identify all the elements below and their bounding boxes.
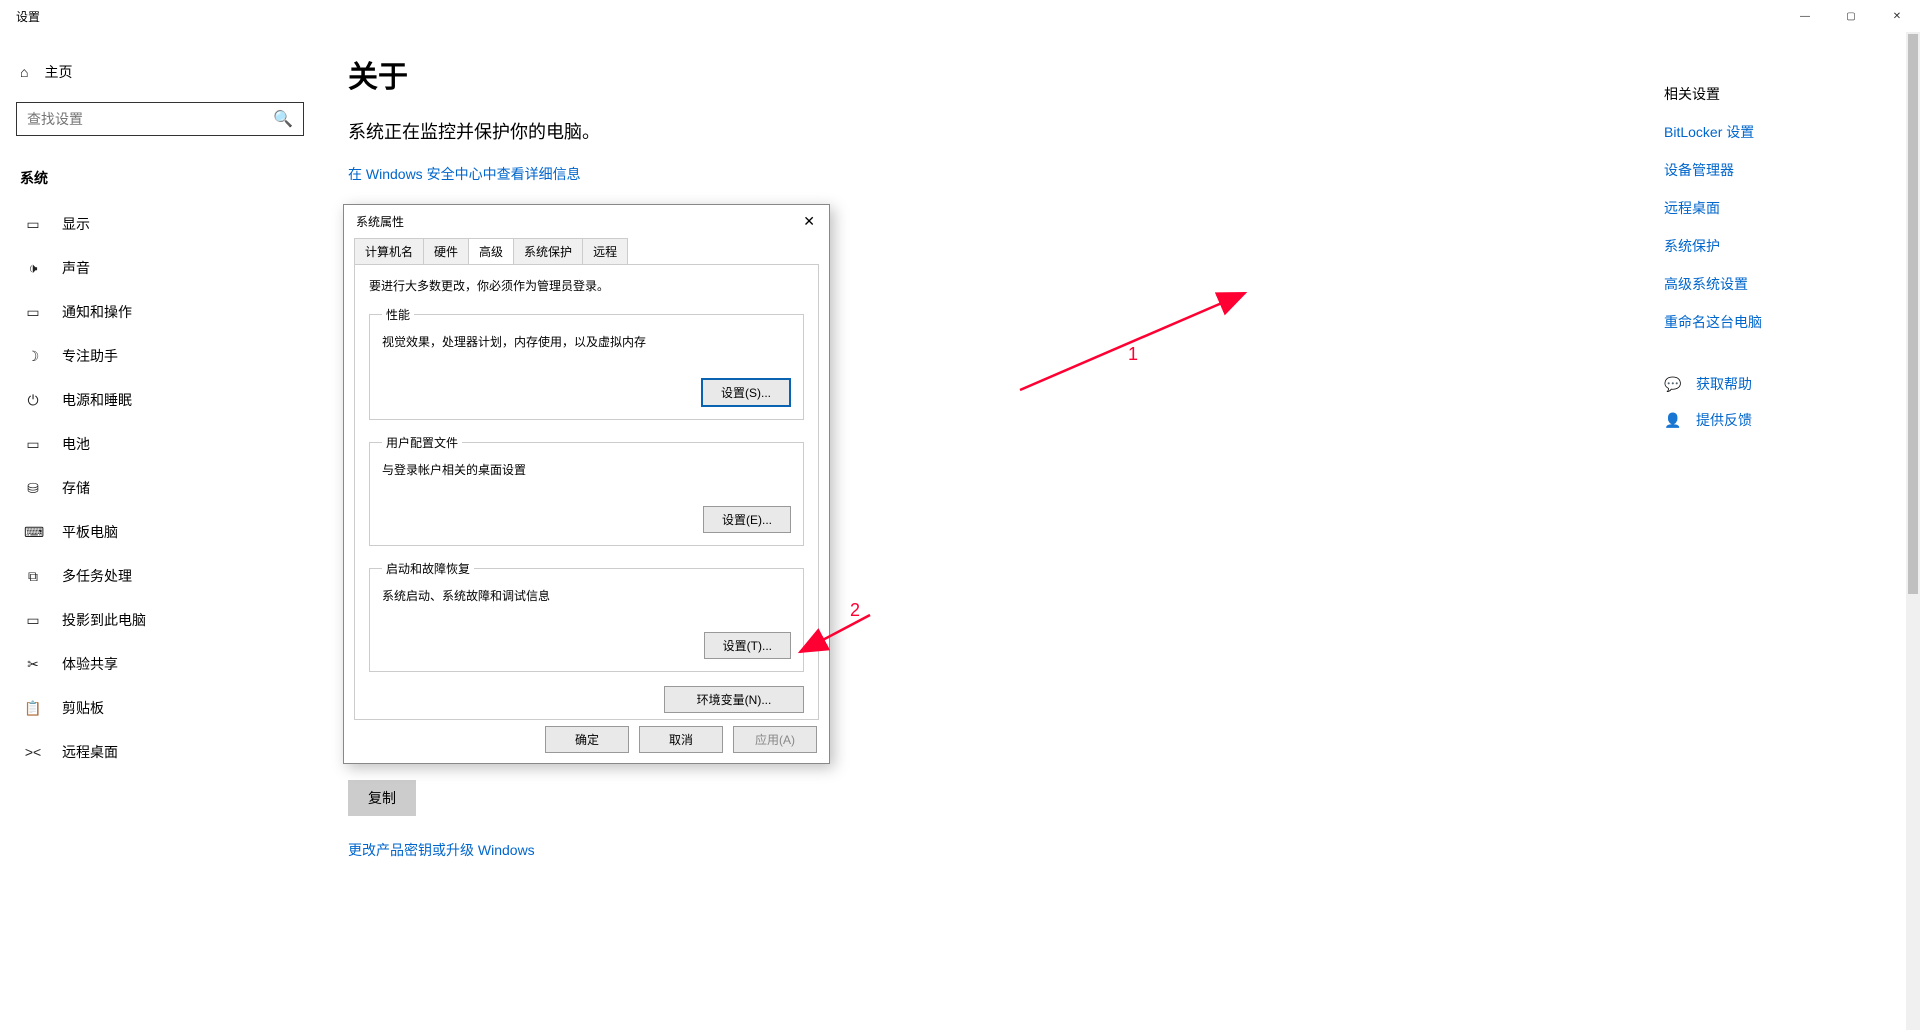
sidebar-item-clipboard[interactable]: 📋 剪贴板	[16, 686, 304, 730]
sidebar-item-focus[interactable]: ☽ 专注助手	[16, 334, 304, 378]
link-system-protection[interactable]: 系统保护	[1664, 236, 1884, 256]
group-user-profile: 用户配置文件 与登录帐户相关的桌面设置 设置(E)...	[369, 434, 804, 546]
environment-variables-button[interactable]: 环境变量(N)...	[664, 686, 804, 713]
project-icon: ▭	[24, 612, 42, 629]
sidebar-item-label: 多任务处理	[62, 566, 132, 586]
share-icon: ✂	[24, 656, 42, 673]
sidebar-item-label: 声音	[62, 258, 90, 278]
group-startup: 启动和故障恢复 系统启动、系统故障和调试信息 设置(T)...	[369, 560, 804, 672]
related-settings-panel: 相关设置 BitLocker 设置 设备管理器 远程桌面 系统保护 高级系统设置…	[1664, 84, 1884, 446]
group-user-profile-legend: 用户配置文件	[382, 434, 462, 451]
help-icon: 💬	[1664, 376, 1682, 393]
group-performance: 性能 视觉效果，处理器计划，内存使用，以及虚拟内存 设置(S)...	[369, 306, 804, 420]
tab-hardware[interactable]: 硬件	[423, 238, 469, 264]
tab-body-advanced: 要进行大多数更改，你必须作为管理员登录。 性能 视觉效果，处理器计划，内存使用，…	[354, 264, 819, 720]
sidebar-item-sound[interactable]: 🕩 声音	[16, 246, 304, 290]
group-user-profile-desc: 与登录帐户相关的桌面设置	[382, 461, 791, 478]
dialog-title-text: 系统属性	[356, 213, 404, 230]
action-get-help[interactable]: 💬 获取帮助	[1664, 374, 1884, 394]
protection-status-text: 系统正在监控并保护你的电脑。	[348, 118, 1892, 144]
action-label: 提供反馈	[1696, 410, 1752, 430]
sidebar-item-label: 剪贴板	[62, 698, 104, 718]
link-advanced-system[interactable]: 高级系统设置	[1664, 274, 1884, 294]
sidebar-item-shared[interactable]: ✂ 体验共享	[16, 642, 304, 686]
sidebar: ⌂ 主页 🔍 系统 ▭ 显示 🕩 声音 ▭ 通知和操作 ☽ 专注助手 ⏻ 电源和睡眠 ▭ 电…	[0, 32, 320, 1030]
display-icon: ▭	[24, 216, 42, 233]
search-box[interactable]: 🔍	[16, 102, 304, 136]
system-properties-dialog: 系统属性 ✕ 计算机名 硬件 高级 系统保护 远程 要进行大多数更改，你必须作为…	[343, 204, 830, 764]
search-input[interactable]	[27, 111, 273, 127]
sidebar-item-notifications[interactable]: ▭ 通知和操作	[16, 290, 304, 334]
scrollbar-thumb[interactable]	[1908, 34, 1918, 594]
copy-button[interactable]: 复制	[348, 780, 416, 816]
tab-system-protection[interactable]: 系统保护	[513, 238, 583, 264]
tab-remote[interactable]: 远程	[582, 238, 628, 264]
upgrade-link[interactable]: 更改产品密钥或升级 Windows	[348, 840, 535, 860]
performance-settings-button[interactable]: 设置(S)...	[701, 378, 791, 407]
sidebar-item-label: 存储	[62, 478, 90, 498]
home-label: 主页	[44, 62, 72, 82]
sidebar-item-display[interactable]: ▭ 显示	[16, 202, 304, 246]
sidebar-item-power[interactable]: ⏻ 电源和睡眠	[16, 378, 304, 422]
sidebar-item-label: 投影到此电脑	[62, 610, 146, 630]
minimize-button[interactable]: —	[1782, 0, 1828, 32]
battery-icon: ▭	[24, 436, 42, 453]
sidebar-item-label: 远程桌面	[62, 742, 118, 762]
group-performance-legend: 性能	[382, 306, 414, 323]
dialog-apply-button[interactable]: 应用(A)	[733, 726, 817, 753]
remote-icon: ><	[24, 744, 42, 760]
moon-icon: ☽	[24, 348, 42, 365]
link-rename-pc[interactable]: 重命名这台电脑	[1664, 312, 1884, 332]
user-profile-settings-button[interactable]: 设置(E)...	[703, 506, 791, 533]
link-device-manager[interactable]: 设备管理器	[1664, 160, 1884, 180]
maximize-button[interactable]: ▢	[1828, 0, 1874, 32]
home-icon: ⌂	[20, 64, 28, 80]
sidebar-item-label: 专注助手	[62, 346, 118, 366]
clipboard-icon: 📋	[24, 700, 42, 717]
power-icon: ⏻	[24, 392, 42, 409]
link-bitlocker[interactable]: BitLocker 设置	[1664, 122, 1884, 142]
startup-settings-button[interactable]: 设置(T)...	[704, 632, 791, 659]
sidebar-item-label: 显示	[62, 214, 90, 234]
app-title: 设置	[16, 8, 40, 25]
group-performance-desc: 视觉效果，处理器计划，内存使用，以及虚拟内存	[382, 333, 791, 350]
close-button[interactable]: ✕	[1874, 0, 1920, 32]
sidebar-item-battery[interactable]: ▭ 电池	[16, 422, 304, 466]
notification-icon: ▭	[24, 304, 42, 321]
sidebar-item-label: 通知和操作	[62, 302, 132, 322]
group-startup-legend: 启动和故障恢复	[382, 560, 474, 577]
admin-hint-text: 要进行大多数更改，你必须作为管理员登录。	[369, 277, 804, 294]
sidebar-item-label: 电源和睡眠	[62, 390, 132, 410]
security-center-link[interactable]: 在 Windows 安全中心中查看详细信息	[348, 164, 581, 184]
dialog-cancel-button[interactable]: 取消	[639, 726, 723, 753]
sidebar-item-multitask[interactable]: ⧉ 多任务处理	[16, 554, 304, 598]
page-title: 关于	[348, 52, 1892, 96]
action-label: 获取帮助	[1696, 374, 1752, 394]
multitask-icon: ⧉	[24, 568, 42, 585]
search-icon: 🔍	[273, 109, 293, 129]
feedback-icon: 👤	[1664, 412, 1682, 429]
dialog-close-button[interactable]: ✕	[799, 213, 819, 230]
related-settings-title: 相关设置	[1664, 84, 1884, 104]
sidebar-item-label: 电池	[62, 434, 90, 454]
sidebar-section-title: 系统	[16, 160, 304, 202]
sidebar-item-tablet[interactable]: ⌨ 平板电脑	[16, 510, 304, 554]
sidebar-item-projecting[interactable]: ▭ 投影到此电脑	[16, 598, 304, 642]
sidebar-item-remote[interactable]: >< 远程桌面	[16, 730, 304, 774]
dialog-tabs: 计算机名 硬件 高级 系统保护 远程	[344, 234, 829, 264]
sidebar-item-storage[interactable]: ⛁ 存储	[16, 466, 304, 510]
home-button[interactable]: ⌂ 主页	[16, 52, 304, 102]
group-startup-desc: 系统启动、系统故障和调试信息	[382, 587, 791, 604]
link-remote-desktop[interactable]: 远程桌面	[1664, 198, 1884, 218]
sidebar-item-label: 体验共享	[62, 654, 118, 674]
sound-icon: 🕩	[24, 260, 42, 277]
tab-computer-name[interactable]: 计算机名	[354, 238, 424, 264]
dialog-ok-button[interactable]: 确定	[545, 726, 629, 753]
action-feedback[interactable]: 👤 提供反馈	[1664, 410, 1884, 430]
tablet-icon: ⌨	[24, 524, 42, 541]
sidebar-item-label: 平板电脑	[62, 522, 118, 542]
tab-advanced[interactable]: 高级	[468, 238, 514, 264]
storage-icon: ⛁	[24, 480, 42, 497]
